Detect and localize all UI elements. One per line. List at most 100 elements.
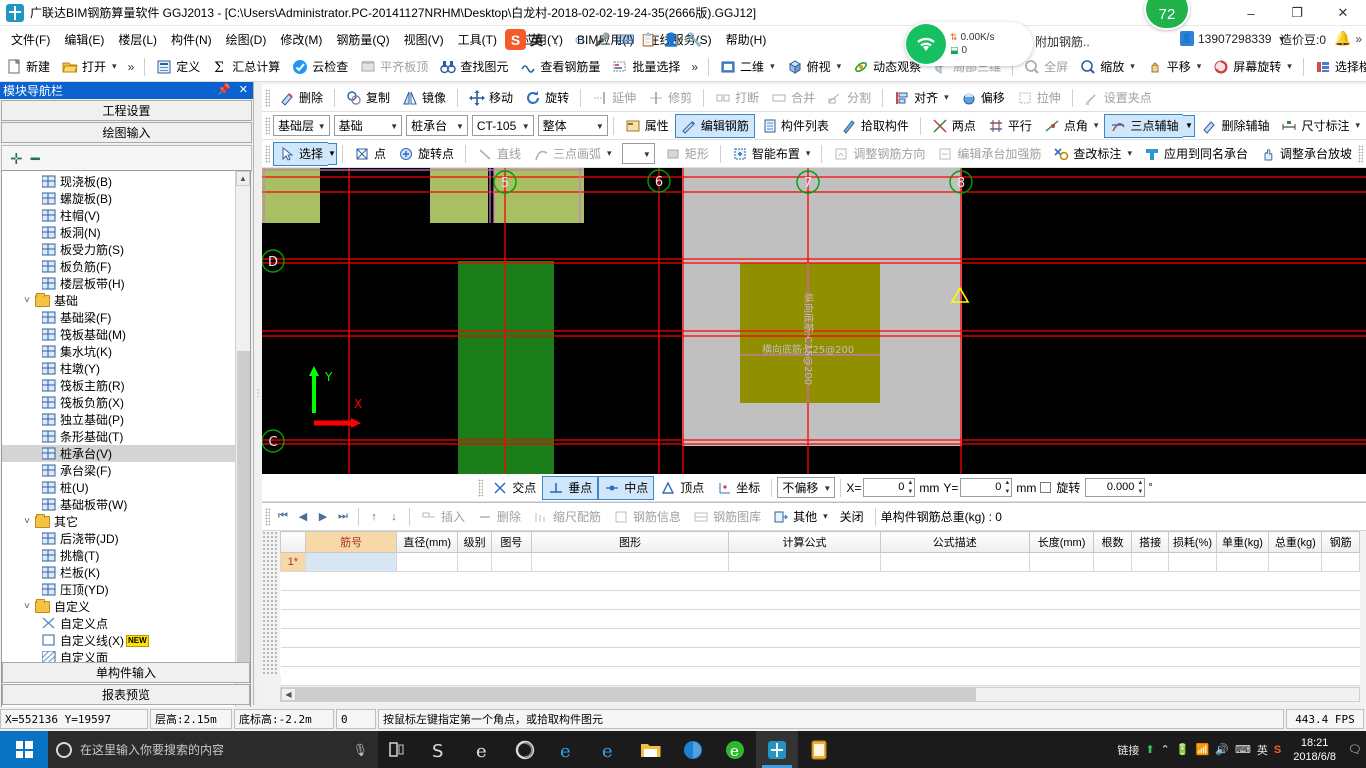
menu-modify[interactable]: 修改(M) (273, 28, 329, 51)
point-tool-button[interactable]: 点 (348, 142, 392, 166)
column-header-0[interactable]: 筋号 (304, 531, 398, 553)
column-header-6[interactable]: 公式描述 (879, 531, 1030, 553)
table-row[interactable]: 1* (280, 552, 1360, 572)
component-list-button[interactable]: 构件列表 (755, 114, 835, 138)
spiral-icon[interactable] (504, 731, 546, 768)
taskbar-search[interactable]: 在这里输入你要搜索的内容 🎙 (48, 731, 378, 768)
column-header-5[interactable]: 计算公式 (728, 531, 881, 553)
point-angle-button[interactable]: 点角 ▾ (1038, 114, 1105, 138)
select-tool-dropdown[interactable]: ▼ (328, 142, 337, 165)
tree-item-raft-main-rebar-icon[interactable]: 筏板主筋(R) (2, 377, 250, 394)
scaled-rebar-button[interactable]: 缩尺配筋 (527, 505, 607, 529)
insert-row-button[interactable]: 插入 (415, 505, 471, 529)
menu-tools[interactable]: 工具(T) (451, 28, 504, 51)
chevron-down-icon[interactable]: ▾ (837, 61, 842, 72)
copy-button[interactable]: 复制 (340, 86, 396, 110)
tree-item-isolated-foundation-icon[interactable]: 独立基础(P) (2, 411, 250, 428)
delete-axis-button[interactable]: 删除辅轴 (1195, 114, 1275, 138)
single-component-input-button[interactable]: 单构件输入 (2, 662, 250, 683)
category-selector[interactable]: 基础 ▼ (333, 115, 403, 136)
menu-draw[interactable]: 绘图(D) (219, 28, 274, 51)
y-offset-input[interactable]: 0 ▲ ▼ (960, 478, 1013, 497)
ime-cn-icon[interactable]: 英 (1257, 742, 1268, 758)
network-speed-widget[interactable]: ⇅ 0.00K/s ⬓ 0 (905, 22, 1033, 66)
draw-mode-combo[interactable]: ▼ (621, 143, 655, 164)
break-button[interactable]: 打断 (709, 86, 765, 110)
start-button[interactable] (0, 731, 48, 768)
find-element-button[interactable]: 查找图元 (434, 55, 514, 79)
column-header-3[interactable]: 图号 (491, 531, 532, 553)
ie-icon[interactable]: e (588, 731, 630, 768)
tree-item-custom-line-icon[interactable]: 自定义线(X) NEW (2, 632, 250, 649)
menu-rebar-qty[interactable]: 钢筋量(Q) (329, 28, 396, 51)
tree-item-post-pour-band-icon[interactable]: 后浇带(JD) (2, 530, 250, 547)
split-button[interactable]: 分割 (821, 86, 877, 110)
new-button[interactable]: 新建 (0, 55, 56, 79)
table-cell[interactable] (1168, 552, 1217, 572)
rectangle-tool-button[interactable]: 矩形 (659, 142, 715, 166)
edit-cap-rebar-button[interactable]: 编辑承台加强筋 (931, 142, 1047, 166)
menu-help[interactable]: 帮助(H) (719, 28, 774, 51)
y-spinner[interactable]: ▲ ▼ (1002, 480, 1010, 495)
hscroll-left-icon[interactable]: ◀ (281, 688, 296, 701)
summary-calc-button[interactable]: Σ 汇总计算 (206, 55, 286, 79)
network-icon[interactable]: 📶 (1196, 743, 1210, 756)
menu-floor[interactable]: 楼层(L) (111, 28, 164, 51)
cad-canvas[interactable]: 5 6 7 8 D C 横向底筋:C25@200 纵向底筋:C25@200 Y (262, 168, 1366, 474)
table-cell[interactable] (304, 552, 398, 572)
tree-item-custom-point-icon[interactable]: 自定义点 (2, 615, 250, 632)
task-view-icon[interactable] (378, 731, 420, 768)
keyboard-icon[interactable]: ⌨ (616, 30, 635, 49)
ime-toolbar[interactable]: S 英 , ☺ 🎤 ⌨ 📋 👤 🔧 (505, 28, 704, 51)
column-header-4[interactable]: 图形 (530, 531, 730, 553)
tree-item-slab-neg-rebar-icon[interactable]: 板负筋(F) (2, 258, 250, 275)
open-button[interactable]: 打开 ▾ (56, 55, 123, 79)
chevron-down-icon[interactable]: ▼ (823, 484, 831, 493)
keyboard-icon[interactable]: ⌨ (1235, 743, 1251, 756)
tree-item-column-pier-icon[interactable]: 柱墩(Y) (2, 360, 250, 377)
align-slab-top-button[interactable]: 平齐板顶 (354, 55, 434, 79)
other-button[interactable]: 其他 ▾ (767, 505, 834, 529)
volume-icon[interactable]: 🔊 (1215, 743, 1229, 756)
project-settings-button[interactable]: 工程设置 (1, 100, 252, 121)
zoom-button[interactable]: 缩放 ▾ (1074, 55, 1141, 79)
define-button[interactable]: 定义 (150, 55, 206, 79)
collapse-all-icon[interactable]: ━ (31, 150, 40, 168)
first-record-icon[interactable]: ⏮ (273, 507, 293, 527)
ggj-icon[interactable] (756, 731, 798, 768)
tree-item-floor-band-icon[interactable]: 楼层板带(H) (2, 275, 250, 292)
chevron-down-icon[interactable]: ˅ (20, 295, 34, 306)
select-floor-button[interactable]: 选择楼层 (1309, 55, 1366, 79)
component-type-selector[interactable]: 桩承台 ▼ (406, 115, 468, 136)
menu-file[interactable]: 文件(F) (4, 28, 57, 51)
chevron-down-icon[interactable]: ▾ (1355, 120, 1360, 131)
chevron-down-icon[interactable]: ˅ (20, 601, 34, 612)
select-tool-button[interactable]: 选择 (273, 141, 329, 166)
table-cell[interactable] (1215, 552, 1270, 572)
chevron-down-icon[interactable]: ▾ (607, 148, 612, 159)
tree-item-foundation-band-icon[interactable]: 基础板带(W) (2, 496, 250, 513)
tree-item-eave-icon[interactable]: 挑檐(T) (2, 547, 250, 564)
rotate-checkbox[interactable] (1040, 482, 1052, 493)
view-2d-button[interactable]: 二维 ▾ (714, 55, 781, 79)
chevron-down-icon[interactable]: ▾ (1094, 120, 1099, 131)
column-header-8[interactable]: 根数 (1093, 531, 1132, 553)
notification-icon[interactable]: 🗨 (1348, 743, 1362, 756)
tree-item-cap-beam-icon[interactable]: 承台梁(F) (2, 462, 250, 479)
toolbar-grip[interactable] (478, 478, 484, 497)
upload-icon[interactable]: ⬆ (1145, 743, 1154, 756)
battery-icon[interactable]: 🔋 (1176, 743, 1190, 756)
rebar-info-button[interactable]: 钢筋信息 (607, 505, 687, 529)
column-header-12[interactable]: 总重(kg) (1268, 531, 1323, 553)
smart-layout-button[interactable]: 智能布置 ▾ (726, 142, 817, 166)
x-offset-input[interactable]: 0 ▲ ▼ (863, 478, 916, 497)
scope-selector[interactable]: 整体 ▼ (537, 115, 608, 136)
tree-item-railing-slab-icon[interactable]: 栏板(K) (2, 564, 250, 581)
toolbar-grip[interactable] (265, 88, 270, 107)
table-cell[interactable] (491, 552, 532, 572)
toolbar-grip[interactable] (265, 144, 270, 163)
report-preview-button[interactable]: 报表预览 (2, 684, 250, 705)
blue-browser-icon[interactable] (672, 731, 714, 768)
last-record-icon[interactable]: ⏭ (333, 507, 353, 527)
component-selector[interactable]: CT-105 ▼ (471, 115, 534, 136)
